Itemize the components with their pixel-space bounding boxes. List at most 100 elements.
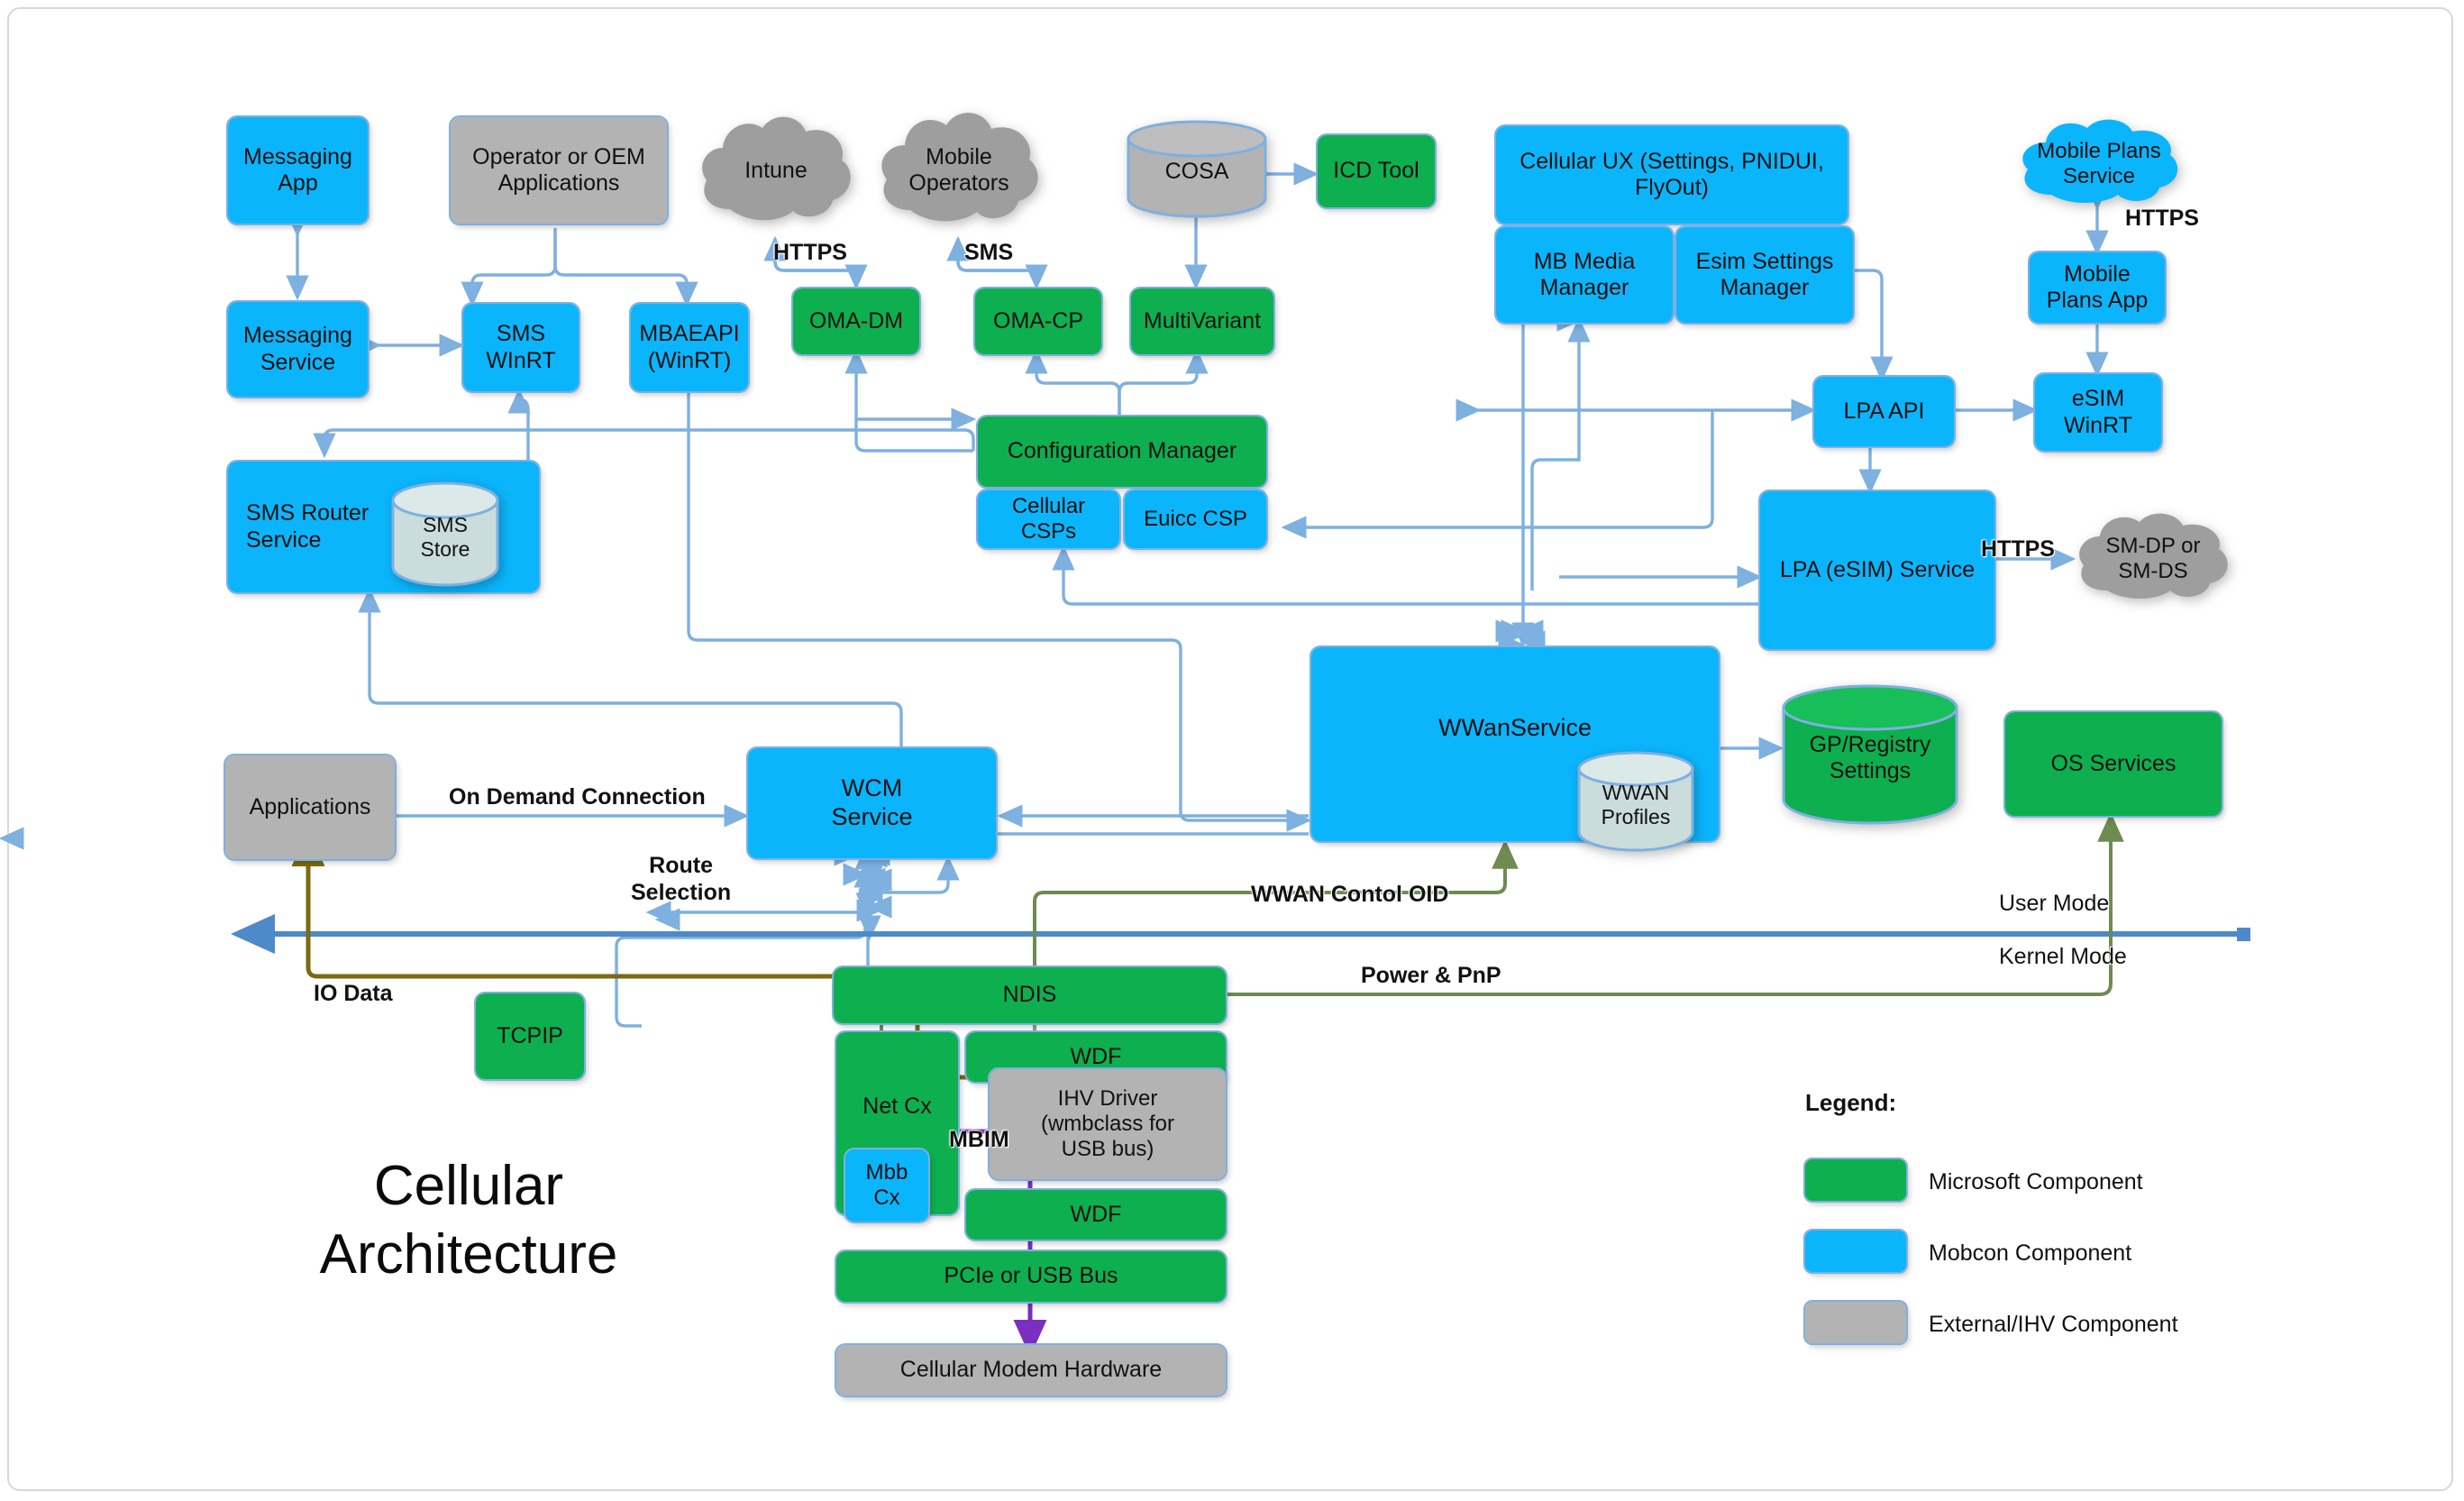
node-mb-media-manager[interactable]: MB Media Manager xyxy=(1494,225,1675,325)
node-mbaeapi-winrt[interactable]: MBAEAPI (WinRT) xyxy=(629,302,750,393)
legend-label-mobcon: Mobcon Component xyxy=(1929,1240,2132,1266)
node-label: OMA-DM xyxy=(808,307,904,334)
page-title-line2: Architecture xyxy=(319,1222,618,1286)
node-label: MBAEAPI (WinRT) xyxy=(639,321,740,373)
node-label: WCM Service xyxy=(831,774,913,830)
node-lpa-api[interactable]: LPA API xyxy=(1812,375,1956,448)
edge-label-wwan-control-oid: WWAN Contol OID xyxy=(1251,882,1449,907)
node-messaging-app[interactable]: Messaging App xyxy=(226,115,370,225)
node-label: MultiVariant xyxy=(1143,307,1262,334)
node-gp-registry-settings[interactable]: GP/Registry Settings xyxy=(1780,682,1960,827)
node-os-services[interactable]: OS Services xyxy=(2003,710,2223,818)
node-intune[interactable]: Intune xyxy=(694,108,858,234)
node-label: Cellular Modem Hardware xyxy=(899,1357,1163,1383)
edge-label-mbim: MBIM xyxy=(949,1127,1009,1152)
node-esim-winrt[interactable]: eSIM WinRT xyxy=(2033,372,2163,453)
node-lpa-esim-service[interactable]: LPA (eSIM) Service xyxy=(1758,490,1996,651)
node-label: Cellular UX (Settings, PNIDUI, FlyOut) xyxy=(1519,148,1824,201)
node-multivariant[interactable]: MultiVariant xyxy=(1129,287,1275,356)
legend-swatch-external xyxy=(1803,1300,1908,1345)
node-mobile-plans-service[interactable]: Mobile Plans Service xyxy=(2013,115,2185,213)
node-ndis[interactable]: NDIS xyxy=(832,966,1227,1025)
node-label: TCPIP xyxy=(497,1022,563,1048)
node-label: Messaging App xyxy=(243,143,352,197)
node-label: SMS WInRT xyxy=(486,321,556,373)
node-label: IHV Driver (wmbclass for USB bus) xyxy=(1040,1085,1175,1162)
edge-label-https-mobile-plans: HTTPS xyxy=(2125,206,2199,231)
edge-label-sms-operators: SMS xyxy=(964,240,1014,265)
node-applications[interactable]: Applications xyxy=(224,754,397,861)
edge-label-io-data: IO Data xyxy=(314,981,393,1006)
node-label: PCIe or USB Bus xyxy=(944,1263,1118,1289)
node-messaging-service[interactable]: Messaging Service xyxy=(226,300,370,398)
node-sms-winrt[interactable]: SMS WInRT xyxy=(461,302,580,393)
node-mobile-operators[interactable]: Mobile Operators xyxy=(872,104,1045,237)
node-icd-tool[interactable]: ICD Tool xyxy=(1316,133,1437,209)
node-label: SM-DP or SM-DS xyxy=(2105,533,2201,583)
node-mobile-plans-app[interactable]: Mobile Plans App xyxy=(2028,251,2167,325)
node-label: Intune xyxy=(744,158,808,184)
legend-label-external: External/IHV Component xyxy=(1929,1312,2178,1337)
legend-label-microsoft: Microsoft Component xyxy=(1929,1169,2143,1194)
node-label: SMS Store xyxy=(420,512,470,561)
node-label: Messaging Service xyxy=(243,323,352,375)
page-title: Cellular Architecture xyxy=(261,1152,676,1288)
legend-heading: Legend: xyxy=(1805,1089,1897,1116)
node-sm-dp-or-sm-ds[interactable]: SM-DP or SM-DS xyxy=(2071,509,2235,609)
node-label: GP/Registry Settings xyxy=(1809,731,1931,784)
node-label: Operator or OEM Applications xyxy=(472,143,645,197)
node-label: Configuration Manager xyxy=(1007,438,1237,464)
node-label: LPA API xyxy=(1843,398,1925,424)
node-ihv-driver[interactable]: IHV Driver (wmbclass for USB bus) xyxy=(988,1067,1227,1181)
edge-label-https-smdp: HTTPS xyxy=(1981,536,2055,562)
legend-swatch-mobcon xyxy=(1803,1229,1908,1274)
node-euicc-csp[interactable]: Euicc CSP xyxy=(1123,489,1268,550)
node-label: WWAN Profiles xyxy=(1601,780,1671,828)
node-sms-store[interactable]: SMS Store xyxy=(389,481,501,587)
node-label: Euicc CSP xyxy=(1144,506,1247,531)
node-label: Cellular CSPs xyxy=(1011,493,1086,544)
node-wdf-bottom[interactable]: WDF xyxy=(964,1188,1227,1241)
node-operator-oem-applications[interactable]: Operator or OEM Applications xyxy=(449,115,669,225)
node-label: WDF xyxy=(1070,1201,1122,1227)
edge-label-https-intune: HTTPS xyxy=(773,240,847,265)
edge-label-on-demand-connection: On Demand Connection xyxy=(449,784,706,810)
node-mbb-cx[interactable]: Mbb Cx xyxy=(844,1148,930,1223)
edge-label-power-and-pnp: Power & PnP xyxy=(1361,963,1501,988)
page-title-line1: Cellular xyxy=(373,1155,564,1217)
node-label: WDF xyxy=(1070,1043,1122,1069)
node-label: Applications xyxy=(249,793,371,819)
node-label: Mbb Cx xyxy=(865,1159,908,1210)
node-label: WWanService xyxy=(1437,713,1592,741)
node-pcie-or-usb-bus[interactable]: PCIe or USB Bus xyxy=(835,1249,1227,1304)
node-label: Net Cx xyxy=(862,1094,932,1120)
node-label: ICD Tool xyxy=(1333,158,1419,184)
node-label: OMA-CP xyxy=(993,307,1083,334)
edge-label-user-mode: User Mode xyxy=(1999,891,2110,916)
node-label: SMS Router Service xyxy=(246,500,370,553)
node-label: MB Media Manager xyxy=(1533,248,1636,301)
node-label: Mobile Plans App xyxy=(2046,261,2149,314)
node-label: LPA (eSIM) Service xyxy=(1779,556,1976,582)
edge-label-route-selection: Route Selection xyxy=(631,853,732,905)
node-label: NDIS xyxy=(1002,982,1057,1008)
node-oma-dm[interactable]: OMA-DM xyxy=(791,287,921,356)
node-cellular-csps[interactable]: Cellular CSPs xyxy=(976,489,1121,550)
node-tcpip[interactable]: TCPIP xyxy=(474,992,586,1081)
node-cellular-ux[interactable]: Cellular UX (Settings, PNIDUI, FlyOut) xyxy=(1494,124,1849,225)
node-label: Mobile Operators xyxy=(908,143,1009,197)
node-oma-cp[interactable]: OMA-CP xyxy=(973,287,1103,356)
node-cosa[interactable]: COSA xyxy=(1125,119,1269,218)
edge-label-kernel-mode: Kernel Mode xyxy=(1999,944,2127,969)
node-label: eSIM WinRT xyxy=(2064,386,2132,438)
node-label: Esim Settings Manager xyxy=(1695,248,1834,301)
node-label: COSA xyxy=(1164,159,1229,185)
node-cellular-modem-hardware[interactable]: Cellular Modem Hardware xyxy=(835,1343,1227,1397)
node-configuration-manager[interactable]: Configuration Manager xyxy=(976,415,1268,489)
cellular-architecture-diagram: Messaging App Operator or OEM Applicatio… xyxy=(0,0,2464,1501)
node-label: OS Services xyxy=(2050,750,2177,776)
node-wcm-service[interactable]: WCM Service xyxy=(746,746,998,860)
node-esim-settings-manager[interactable]: Esim Settings Manager xyxy=(1675,225,1855,325)
node-label: Mobile Plans Service xyxy=(2037,138,2161,188)
node-wwan-profiles[interactable]: WWAN Profiles xyxy=(1575,751,1696,852)
